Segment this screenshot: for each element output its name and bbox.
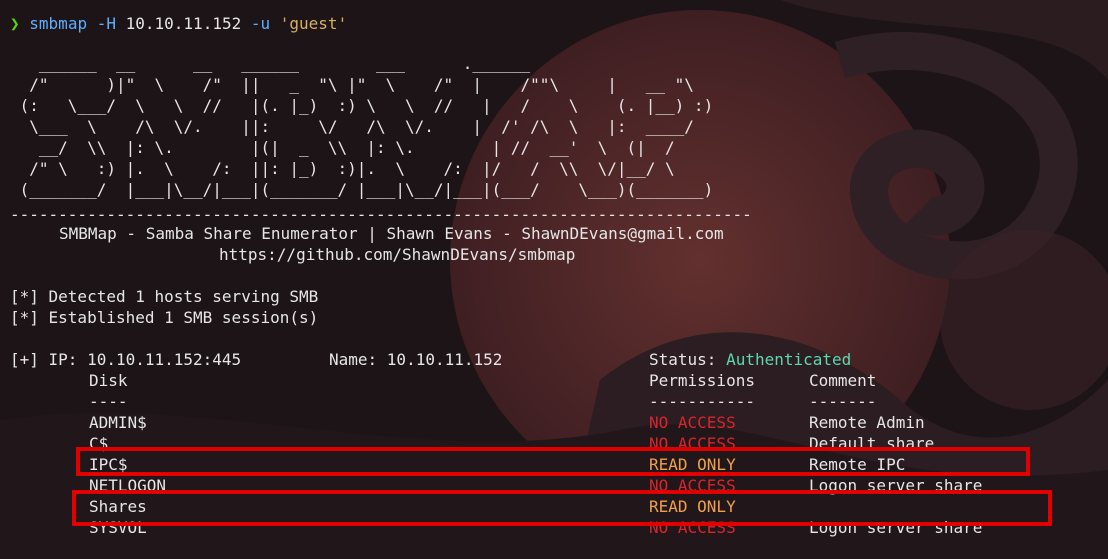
share-name: ADMIN$ (89, 413, 147, 432)
host-name: Name: 10.10.11.152 (329, 350, 503, 369)
prompt-arrow-icon: ❯ (10, 14, 20, 33)
host-flag: -H (96, 14, 116, 33)
status-line-detected: [*] Detected 1 hosts serving SMB (10, 287, 319, 306)
highlight-box-ipc (76, 447, 1030, 476)
banner-tagline: SMBMap - Samba Share Enumerator | Shawn … (59, 224, 724, 243)
table-header-disk: Disk (89, 371, 128, 390)
host-ip: [+] IP: 10.10.11.152:445 (10, 350, 242, 369)
command-prompt-line: ❯ smbmap -H 10.10.11.152 -u 'guest' (10, 13, 347, 34)
banner-divider: ----------------------------------------… (10, 205, 752, 224)
banner-url: https://github.com/ShawnDEvans/smbmap (219, 245, 576, 264)
status-line-session: [*] Established 1 SMB session(s) (10, 308, 319, 327)
table-header-permissions: Permissions (649, 371, 755, 390)
highlight-box-shares (72, 490, 1052, 526)
share-permissions: NO ACCESS (649, 413, 736, 432)
host-status-value: Authenticated (726, 350, 852, 369)
host-status-label: Status: (649, 350, 727, 369)
terminal-window[interactable]: ❯ smbmap -H 10.10.11.152 -u 'guest' ____… (0, 0, 1108, 559)
smbmap-ascii-logo: ______ __ __ ______ ___ .______ /" )|" \… (19, 54, 714, 199)
user-flag: -u (250, 14, 271, 33)
user-argument: 'guest' (279, 14, 348, 33)
share-comment: Remote Admin (809, 413, 925, 432)
table-separator-permissions: ----------- (649, 392, 755, 411)
command-name: smbmap (29, 14, 88, 33)
table-header-comment: Comment (809, 371, 877, 390)
table-separator-disk: ---- (89, 392, 128, 411)
host-argument: 10.10.11.152 (125, 14, 242, 33)
host-status: Status: Authenticated (649, 349, 851, 370)
table-separator-comment: ------- (809, 392, 877, 411)
